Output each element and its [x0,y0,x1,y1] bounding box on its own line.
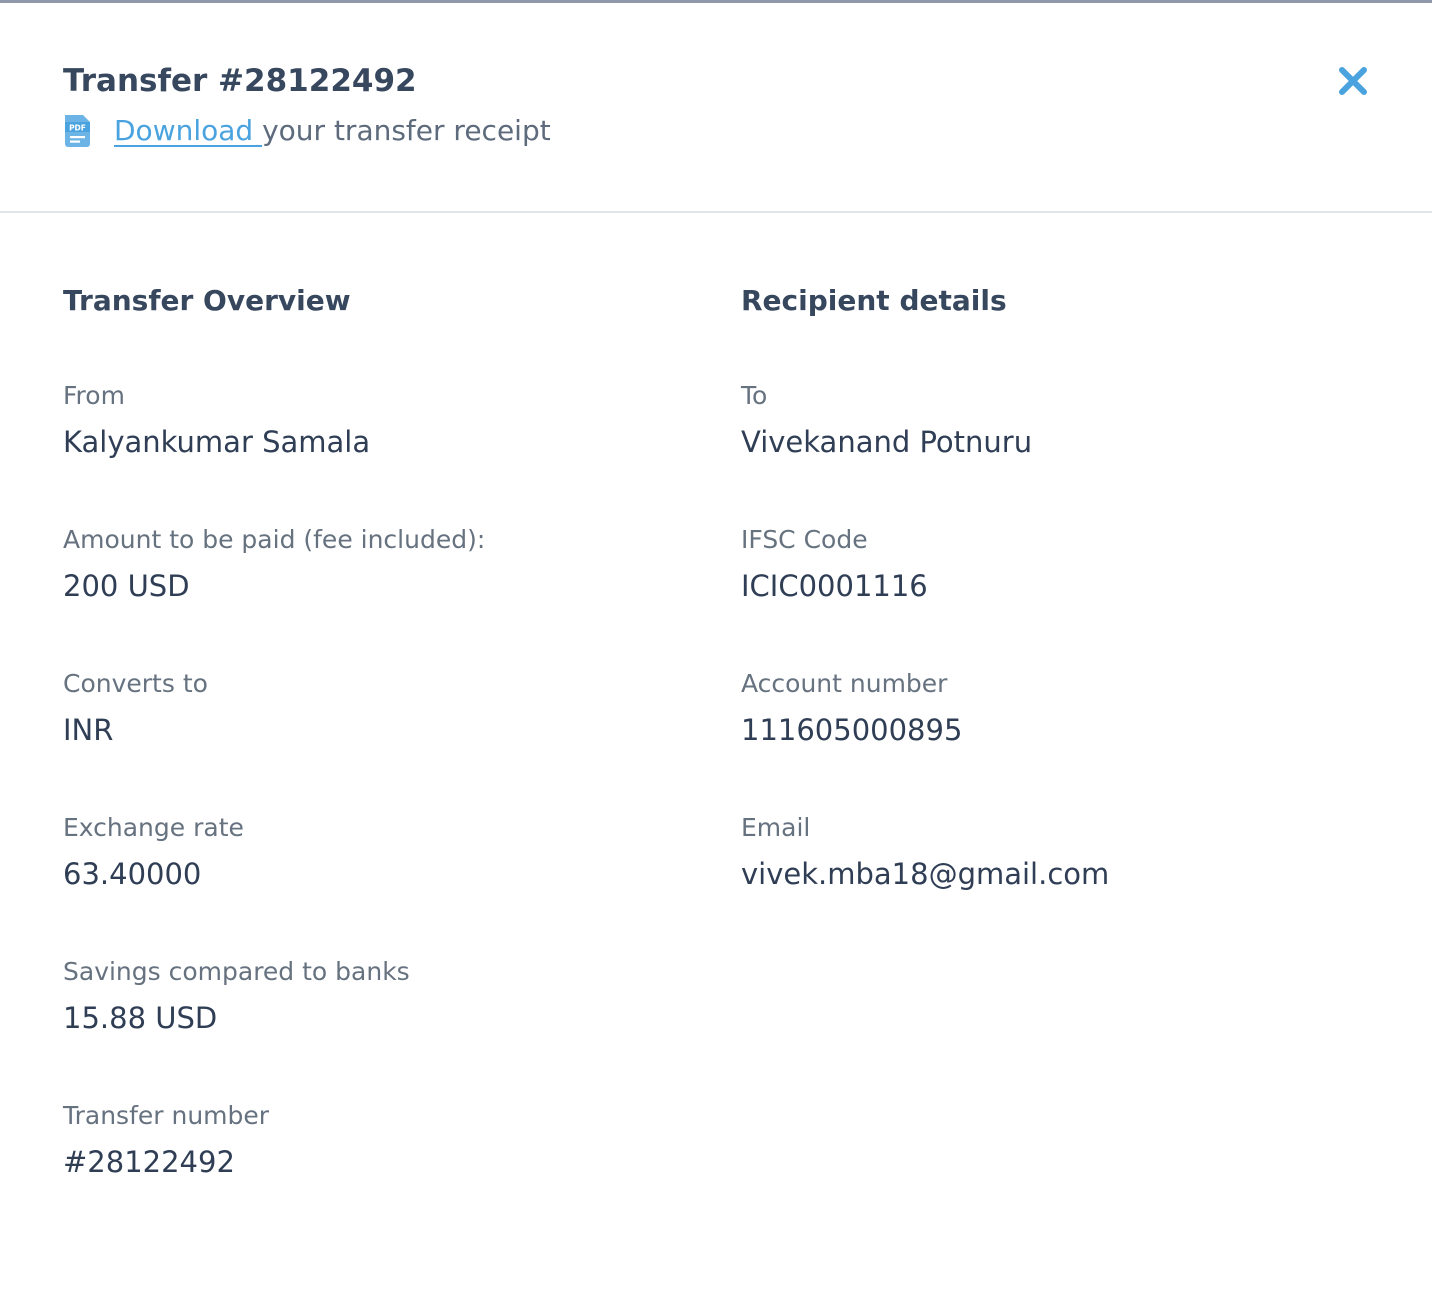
modal-title: Transfer #28122492 [63,63,417,99]
savings-label: Savings compared to banks [63,957,410,986]
close-icon[interactable] [1335,63,1371,99]
transfer-number-field: Transfer number #28122492 [63,1099,269,1181]
ifsc-label: IFSC Code [741,525,868,554]
transfer-number-label: Transfer number [63,1101,270,1130]
amount-label: Amount to be paid (fee included): [63,525,486,554]
amount-field: Amount to be paid (fee included): 200 US… [63,523,485,605]
email-field: Email vivek.mba18@gmail.com [741,811,1109,893]
converts-to-label: Converts to [63,669,208,698]
svg-text:PDF: PDF [69,124,86,133]
ifsc-field: IFSC Code ICIC0001116 [741,523,928,605]
converts-to-value: INR [63,713,114,747]
from-field: From Kalyankumar Samala [63,379,370,461]
account-number-field: Account number 111605000895 [741,667,962,749]
exchange-rate-label: Exchange rate [63,813,244,842]
modal-header: Transfer #28122492 PDF Download your tra… [0,3,1432,213]
transfer-details-modal: Transfer #28122492 PDF Download your tra… [0,3,1432,1290]
account-number-label: Account number [741,669,948,698]
exchange-rate-field: Exchange rate 63.40000 [63,811,244,893]
to-field: To Vivekanand Potnuru [741,379,1032,461]
email-label: Email [741,813,811,842]
transfer-overview-heading: Transfer Overview [63,284,351,317]
savings-value: 15.88 USD [63,1001,218,1035]
download-receipt-text: your transfer receipt [262,114,551,147]
ifsc-value: ICIC0001116 [741,569,928,603]
to-label: To [741,381,768,410]
savings-field: Savings compared to banks 15.88 USD [63,955,410,1037]
recipient-details-heading: Recipient details [741,284,1007,317]
receipt-download-row: PDF Download your transfer receipt [63,109,551,153]
account-number-value: 111605000895 [741,713,963,747]
transfer-number-value: #28122492 [63,1145,235,1179]
converts-to-field: Converts to INR [63,667,208,749]
exchange-rate-value: 63.40000 [63,857,202,891]
pdf-file-icon[interactable]: PDF [63,114,91,148]
from-label: From [63,381,125,410]
from-value: Kalyankumar Samala [63,425,371,459]
download-receipt-link[interactable]: Download [114,111,262,151]
email-value: vivek.mba18@gmail.com [741,857,1110,891]
amount-value: 200 USD [63,569,190,603]
to-value: Vivekanand Potnuru [741,425,1033,459]
